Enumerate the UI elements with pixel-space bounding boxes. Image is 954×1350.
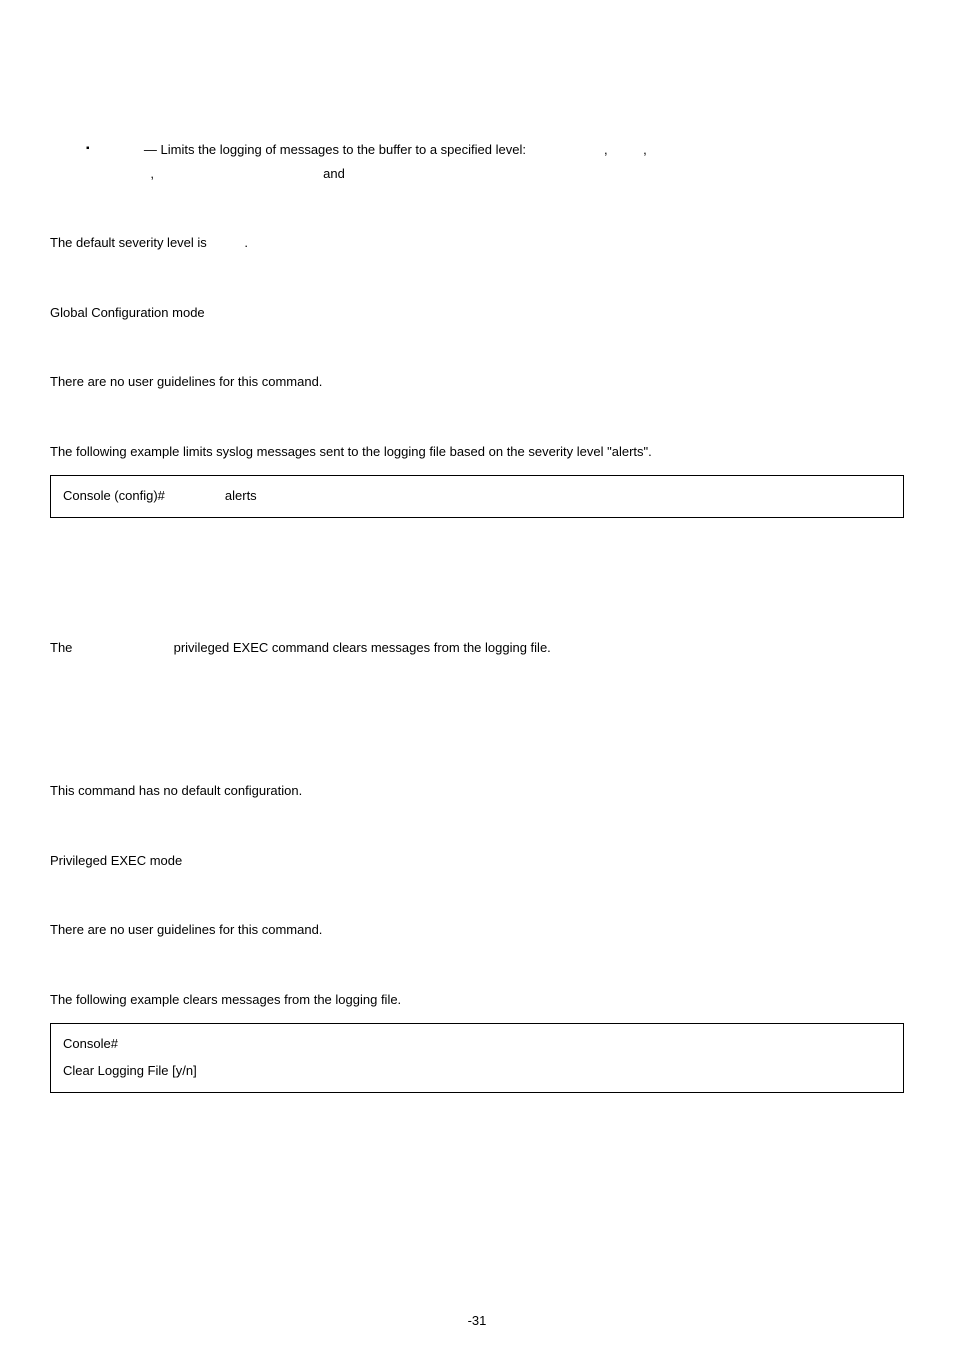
hidden-default-level: errors [210, 235, 244, 250]
example2-line1: Console# [63, 1034, 891, 1055]
page-number: -31 [0, 1313, 954, 1328]
default-config-2: This command has no default configuratio… [50, 781, 904, 801]
hidden-level-5: debugging [348, 166, 409, 181]
hidden-level-2: alerts [611, 142, 643, 157]
default-severity-line: The default severity level is errors. [50, 233, 904, 253]
hidden-param: level [114, 142, 141, 157]
clear-desc-prefix: The [50, 640, 72, 655]
user-guidelines-2: There are no user guidelines for this co… [50, 920, 904, 940]
hidden-level-4: errors warnings notifications [158, 166, 320, 181]
hidden-level-1: emergencies [530, 142, 604, 157]
example2-intro: The following example clears messages fr… [50, 990, 904, 1010]
comma-2: , [643, 142, 647, 157]
example1-code-row: Console (config)# alerts [63, 486, 891, 507]
example1-intro: The following example limits syslog mess… [50, 442, 904, 462]
bullet-item: ▪ level — Limits the logging of messages… [86, 140, 904, 160]
page: ▪ level — Limits the logging of messages… [0, 0, 954, 1350]
example1-prompt: Console (config)# [63, 486, 165, 507]
example1-arg: alerts [225, 486, 257, 507]
hidden-level-3: critical [114, 166, 151, 181]
user-guidelines-1: There are no user guidelines for this co… [50, 372, 904, 392]
command-mode-1: Global Configuration mode [50, 303, 904, 323]
comma-1: , [604, 142, 608, 157]
default-severity-prefix: The default severity level is [50, 235, 207, 250]
example1-code-box: Console (config)# alerts [50, 475, 904, 518]
bullet-continuation: ▪ critical, errors warnings notification… [86, 164, 904, 184]
example2-line2: Clear Logging File [y/n] [63, 1061, 891, 1082]
hidden-command-name: clear logging file [76, 640, 170, 655]
and-word: and [323, 166, 345, 181]
example2-code-box: Console# Clear Logging File [y/n] [50, 1023, 904, 1093]
clear-logging-desc: The clear logging file privileged EXEC c… [50, 638, 904, 658]
bullet-marker-icon: ▪ [86, 140, 90, 158]
comma-3: , [150, 166, 154, 181]
bullet-text-pre: — Limits the logging of messages to the … [144, 142, 526, 157]
default-severity-suffix: . [244, 235, 248, 250]
command-mode-2: Privileged EXEC mode [50, 851, 904, 871]
bullet-text: level — Limits the logging of messages t… [114, 140, 904, 160]
bullet-cont-text: critical, errors warnings notifications … [114, 164, 904, 184]
clear-desc-suffix: privileged EXEC command clears messages … [174, 640, 551, 655]
